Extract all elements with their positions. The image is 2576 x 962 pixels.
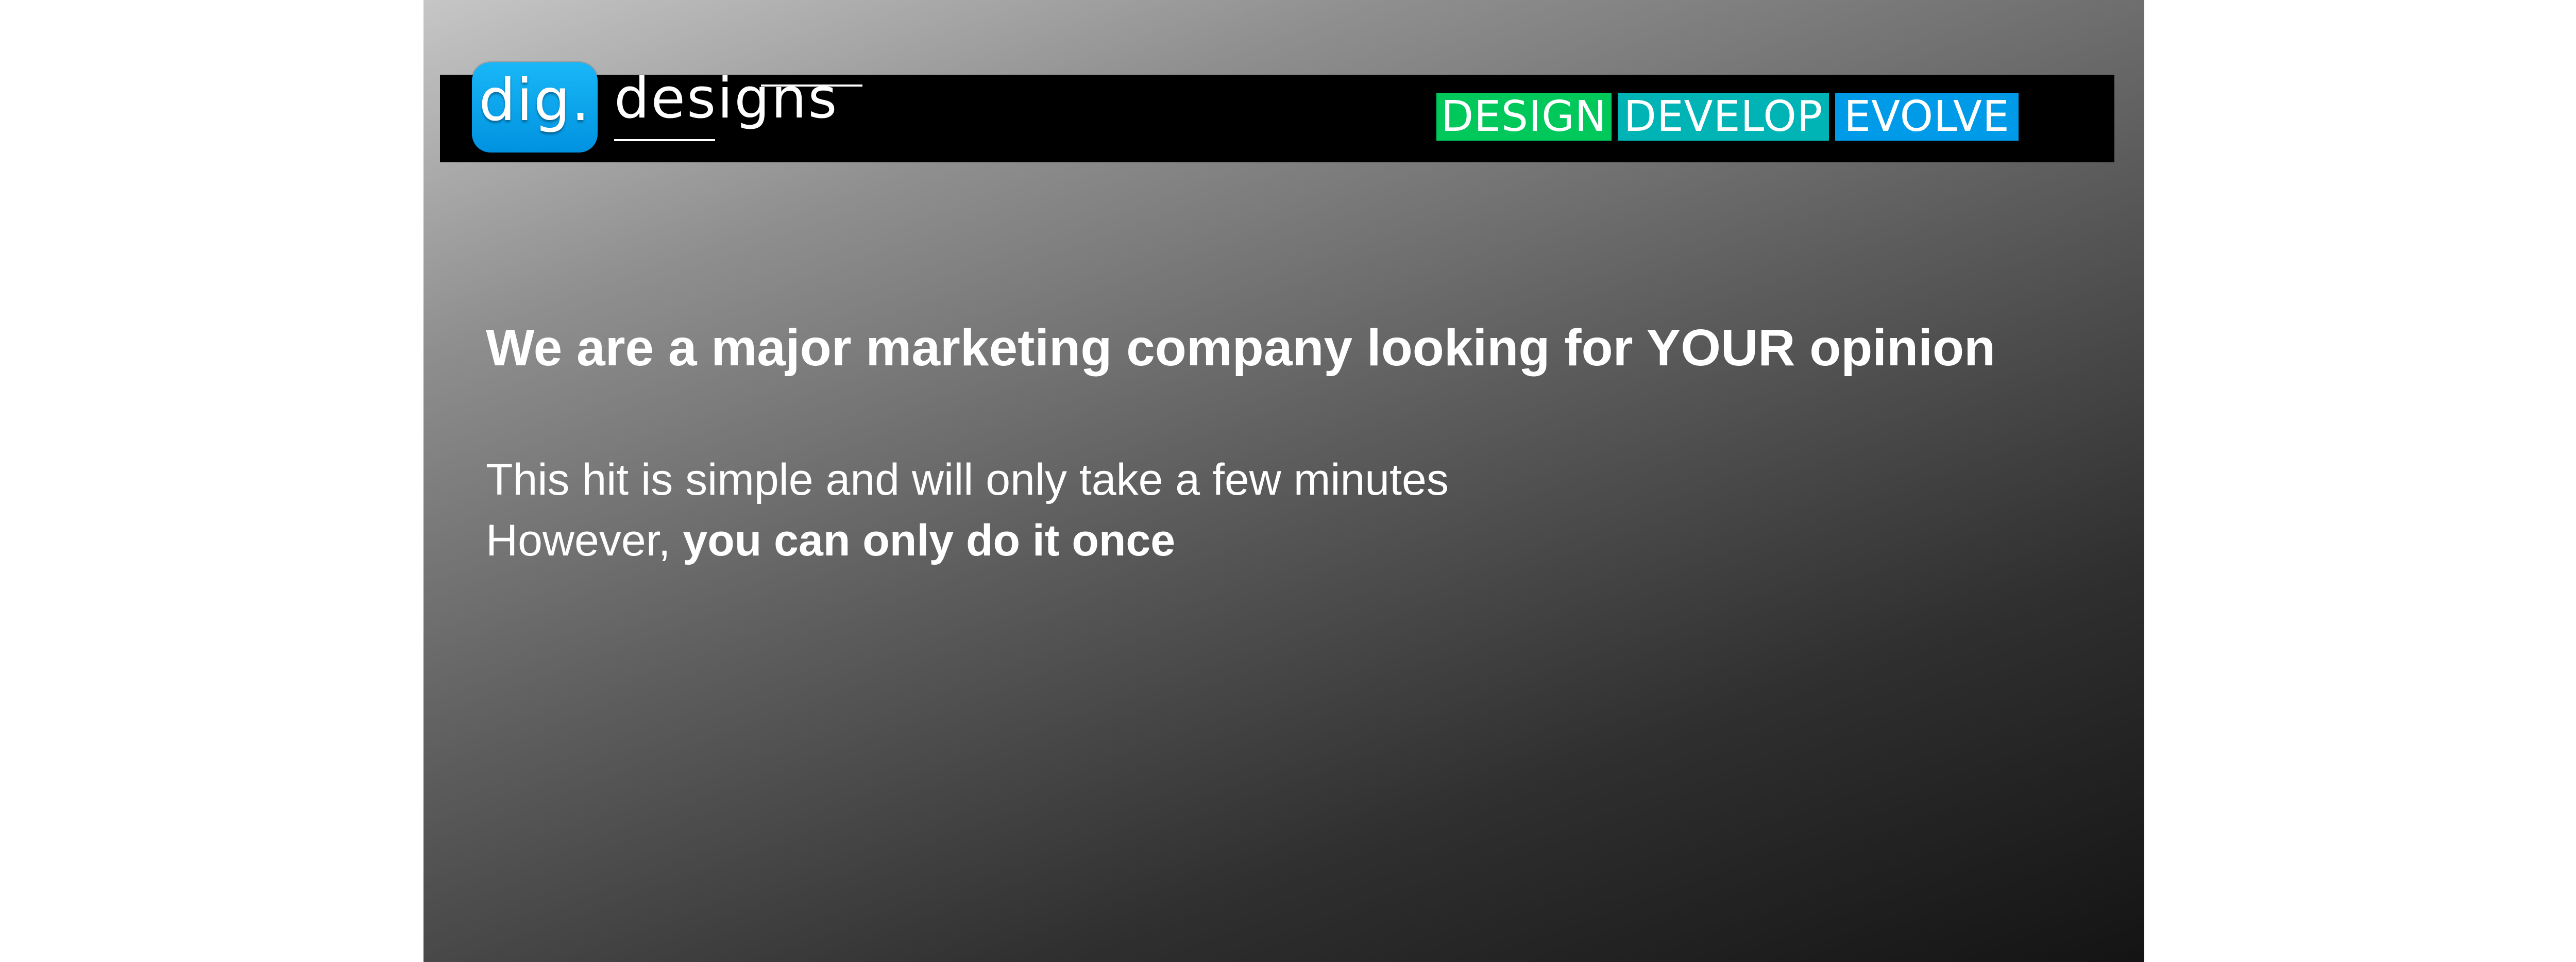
intro-text: This hit is simple and will only take a …	[486, 455, 1449, 504]
logo-wordmark: designs	[614, 66, 839, 131]
page-panel: dig. designs DESIGN DEVELOP EVOLVE We ar…	[423, 0, 2144, 962]
notice-prefix: However,	[486, 516, 683, 565]
logo-underline-top	[761, 85, 862, 87]
logo-badge: dig.	[472, 62, 598, 153]
tagline-develop: DEVELOP	[1618, 92, 1829, 141]
notice-text: However, you can only do it once	[486, 514, 1175, 567]
tagline-evolve: EVOLVE	[1835, 92, 2019, 141]
notice-emphasis: you can only do it once	[683, 516, 1176, 565]
logo-badge-text: dig.	[479, 66, 591, 134]
logo-underline-bottom	[614, 139, 715, 141]
tagline-design: DESIGN	[1436, 92, 1612, 141]
page-headline: We are a major marketing company looking…	[486, 319, 1996, 377]
